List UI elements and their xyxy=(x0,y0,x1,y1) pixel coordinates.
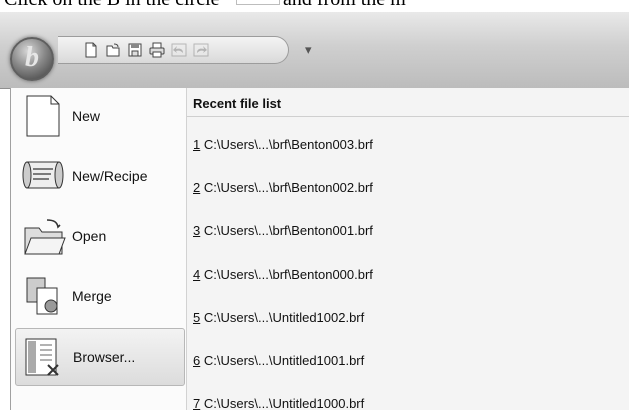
recent-file-item[interactable]: 6 C:\Users\...\Untitled1001.brf xyxy=(193,353,364,368)
blank-document-icon xyxy=(21,94,67,138)
instruction-caption: Click on the B in the circle and from th… xyxy=(0,0,629,12)
menu-item-merge[interactable]: Merge xyxy=(15,268,183,324)
recent-file-item[interactable]: 3 C:\Users\...\brf\Benton001.brf xyxy=(193,223,373,238)
recipe-scroll-icon xyxy=(21,154,67,198)
save-icon[interactable] xyxy=(126,41,144,59)
caption-text-right: and from the m xyxy=(283,0,406,11)
recent-file-item[interactable]: 2 C:\Users\...\brf\Benton002.brf xyxy=(193,180,373,195)
command-list: New New/Recipe Open Merge Browser... xyxy=(11,88,187,410)
merge-documents-icon xyxy=(21,274,67,318)
caption-text-left: Click on the B in the circle xyxy=(4,0,220,11)
menu-item-new-recipe[interactable]: New/Recipe xyxy=(15,148,183,204)
recent-file-item[interactable]: 4 C:\Users\...\brf\Benton000.brf xyxy=(193,267,373,282)
quick-access-toolbar xyxy=(58,36,289,64)
application-menu-button[interactable]: b xyxy=(10,37,54,81)
recent-file-panel: Recent file list 1 C:\Users\...\brf\Bent… xyxy=(187,88,629,411)
title-bar: ▾ b xyxy=(0,12,629,89)
caption-inline-image-box xyxy=(236,0,280,5)
orb-letter: b xyxy=(25,41,39,73)
folder-open-icon xyxy=(21,214,67,258)
undo-icon[interactable] xyxy=(170,41,188,59)
application-menu: New New/Recipe Open Merge Browser... Rec… xyxy=(10,88,629,411)
browser-icon xyxy=(22,335,68,379)
menu-item-browser[interactable]: Browser... xyxy=(15,328,185,386)
open-folder-icon[interactable] xyxy=(104,41,122,59)
recent-file-item[interactable]: 7 C:\Users\...\Untitled1000.brf xyxy=(193,396,364,411)
menu-item-new[interactable]: New xyxy=(15,88,183,144)
menu-item-open[interactable]: Open xyxy=(15,208,183,264)
redo-icon[interactable] xyxy=(192,41,210,59)
print-icon[interactable] xyxy=(148,41,166,59)
customize-toolbar-dropdown[interactable]: ▾ xyxy=(305,42,312,58)
recent-file-item[interactable]: 1 C:\Users\...\brf\Benton003.brf xyxy=(193,137,373,152)
recent-file-list-header: Recent file list xyxy=(187,88,629,117)
new-document-icon[interactable] xyxy=(82,41,100,59)
recent-file-item[interactable]: 5 C:\Users\...\Untitled1002.brf xyxy=(193,310,364,325)
